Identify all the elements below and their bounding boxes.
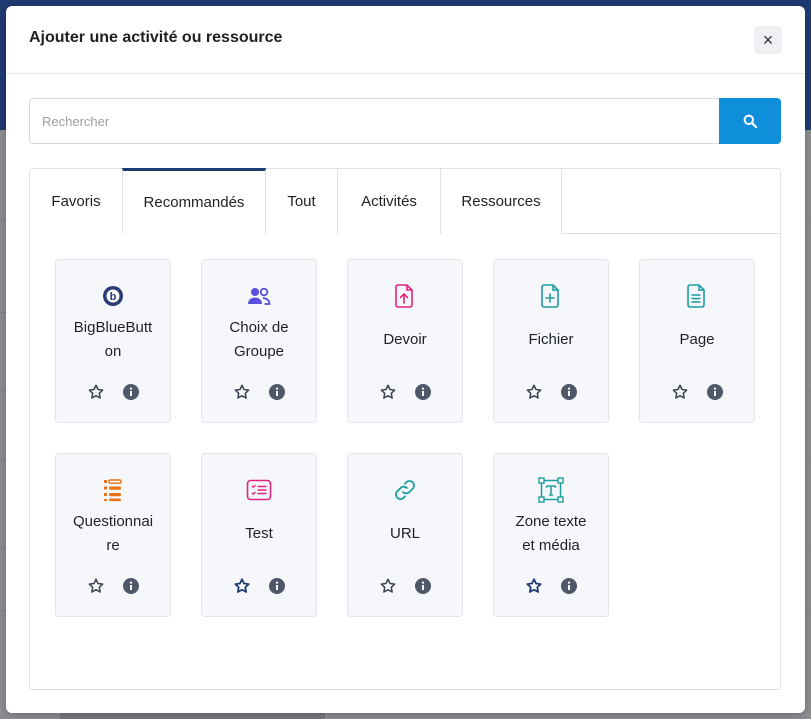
url-icon bbox=[395, 480, 415, 500]
tab-list: Favoris Recommandés Tout Activités Resso… bbox=[30, 168, 780, 234]
module-chooser-panel: Favoris Recommandés Tout Activités Resso… bbox=[29, 168, 781, 690]
info-icon[interactable] bbox=[123, 384, 139, 400]
search-input[interactable] bbox=[29, 98, 720, 144]
svg-text:b: b bbox=[110, 291, 117, 303]
search-icon bbox=[743, 114, 757, 128]
module-label: Zone texte et média bbox=[515, 513, 587, 554]
star-icon[interactable] bbox=[525, 577, 543, 595]
tab-activites[interactable]: Activités bbox=[338, 169, 441, 234]
star-icon[interactable] bbox=[87, 577, 105, 595]
module-card-url[interactable]: URL bbox=[347, 453, 463, 617]
close-icon: × bbox=[762, 29, 774, 50]
info-icon[interactable] bbox=[561, 578, 577, 594]
add-activity-dialog: Ajouter une activité ou ressource × Favo… bbox=[6, 6, 805, 713]
module-label: Questionnai re bbox=[72, 513, 154, 554]
file-icon bbox=[541, 284, 559, 308]
module-card-questionnaire[interactable]: Questionnai re bbox=[55, 453, 171, 617]
close-button[interactable]: × bbox=[754, 26, 782, 54]
tab-ressources[interactable]: Ressources bbox=[441, 169, 562, 234]
module-label: Devoir bbox=[383, 331, 427, 348]
info-icon[interactable] bbox=[415, 578, 431, 594]
tab-tout[interactable]: Tout bbox=[266, 169, 338, 234]
module-card-fichier[interactable]: Fichier bbox=[493, 259, 609, 423]
module-label: Fichier bbox=[528, 331, 574, 348]
tab-recommandes[interactable]: Recommandés bbox=[122, 168, 266, 234]
assignment-icon bbox=[395, 284, 413, 308]
module-label: Choix de Groupe bbox=[229, 319, 289, 360]
star-icon[interactable] bbox=[87, 383, 105, 401]
star-icon[interactable] bbox=[233, 577, 251, 595]
info-icon[interactable] bbox=[707, 384, 723, 400]
text-media-icon bbox=[538, 477, 564, 503]
module-card-page[interactable]: Page bbox=[639, 259, 755, 423]
info-icon[interactable] bbox=[269, 384, 285, 400]
group-choice-icon bbox=[248, 287, 271, 305]
questionnaire-icon bbox=[104, 479, 122, 502]
star-icon[interactable] bbox=[233, 383, 251, 401]
dialog-title: Ajouter une activité ou ressource bbox=[29, 29, 283, 46]
module-card-devoir[interactable]: Devoir bbox=[347, 259, 463, 423]
info-icon[interactable] bbox=[123, 578, 139, 594]
dialog-header: Ajouter une activité ou ressource × bbox=[6, 6, 805, 74]
bigbluebutton-icon: b bbox=[103, 286, 123, 306]
star-icon[interactable] bbox=[525, 383, 543, 401]
module-label: URL bbox=[389, 525, 420, 542]
info-icon[interactable] bbox=[415, 384, 431, 400]
module-card-zone-texte-et-media[interactable]: Zone texte et média bbox=[493, 453, 609, 617]
module-label: Test bbox=[245, 525, 273, 542]
module-label: Page bbox=[679, 331, 715, 348]
tab-favoris[interactable]: Favoris bbox=[30, 169, 123, 234]
star-icon[interactable] bbox=[671, 383, 689, 401]
info-icon[interactable] bbox=[269, 578, 285, 594]
star-icon[interactable] bbox=[379, 383, 397, 401]
module-label: BigBlueButt on bbox=[73, 319, 153, 360]
module-card-bigbluebutton[interactable]: b BigBlueButt on bbox=[55, 259, 171, 423]
module-card-choix-de-groupe[interactable]: Choix de Groupe bbox=[201, 259, 317, 423]
page-icon bbox=[687, 284, 705, 308]
module-card-test[interactable]: Test bbox=[201, 453, 317, 617]
quiz-icon bbox=[246, 479, 272, 501]
info-icon[interactable] bbox=[561, 384, 577, 400]
star-icon[interactable] bbox=[379, 577, 397, 595]
search-button[interactable] bbox=[719, 98, 781, 144]
search-bar bbox=[29, 98, 781, 144]
